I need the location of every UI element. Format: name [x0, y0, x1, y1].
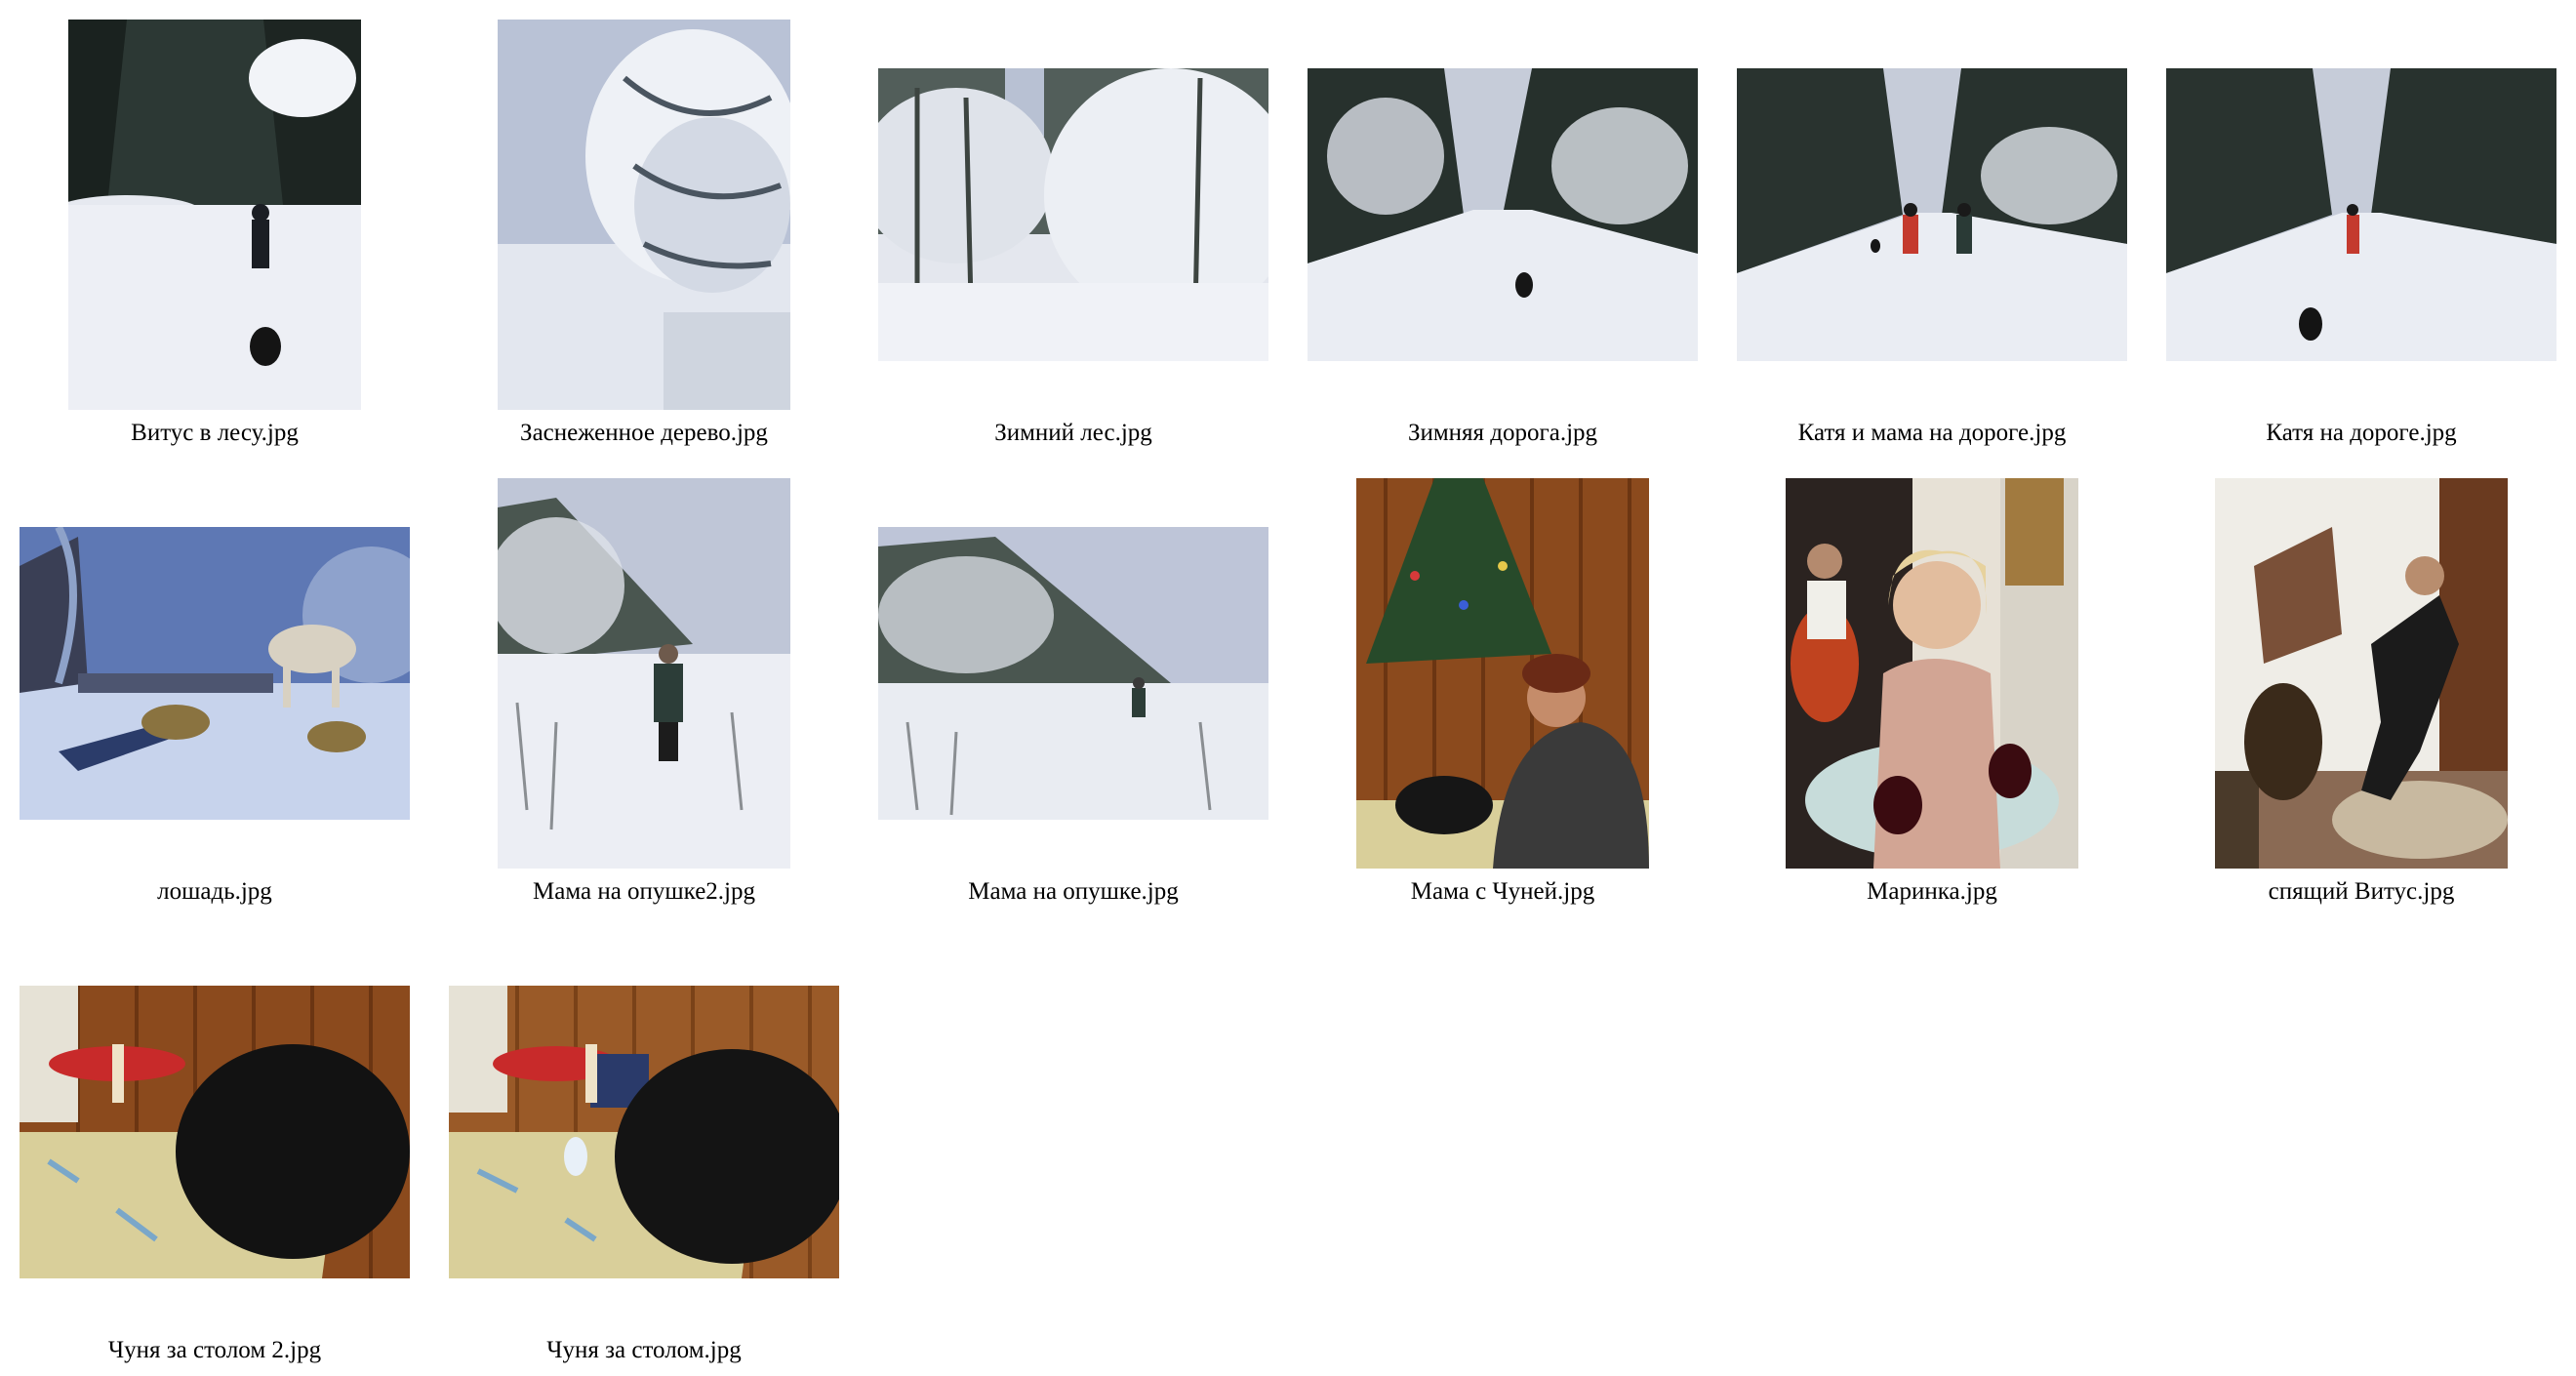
photo-caption[interactable]: Чуня за столом.jpg: [429, 1337, 859, 1364]
photo-caption[interactable]: спящий Витус.jpg: [2147, 878, 2576, 906]
image-gallery: Витус в лесу.jpg Заснеженное дерево.jpg: [0, 0, 2576, 1376]
photo-caption[interactable]: Заснеженное дерево.jpg: [429, 420, 859, 447]
photo-thumbnail[interactable]: [498, 20, 790, 410]
photo-caption[interactable]: Мама с Чуней.jpg: [1288, 878, 1717, 906]
photo-thumbnail[interactable]: [20, 986, 410, 1278]
photo-thumbnail[interactable]: [68, 20, 361, 410]
photo-thumbnail[interactable]: [2215, 478, 2508, 869]
photo-caption[interactable]: лошадь.jpg: [0, 878, 429, 906]
photo-thumbnail[interactable]: [449, 986, 839, 1278]
photo-caption[interactable]: Мама на опушке2.jpg: [429, 878, 859, 906]
photo-thumbnail[interactable]: [878, 527, 1268, 820]
photo-caption[interactable]: Чуня за столом 2.jpg: [0, 1337, 429, 1364]
photo-thumbnail[interactable]: [20, 527, 410, 820]
photo-caption[interactable]: Катя на дороге.jpg: [2147, 420, 2576, 447]
photo-caption[interactable]: Катя и мама на дороге.jpg: [1717, 420, 2147, 447]
photo-caption[interactable]: Маринка.jpg: [1717, 878, 2147, 906]
photo-caption[interactable]: Мама на опушке.jpg: [859, 878, 1288, 906]
photo-caption[interactable]: Витус в лесу.jpg: [0, 420, 429, 447]
photo-thumbnail[interactable]: [1786, 478, 2078, 869]
photo-thumbnail[interactable]: [878, 68, 1268, 361]
photo-caption[interactable]: Зимний лес.jpg: [859, 420, 1288, 447]
photo-thumbnail[interactable]: [1737, 68, 2127, 361]
photo-thumbnail[interactable]: [1356, 478, 1649, 869]
photo-thumbnail[interactable]: [498, 478, 790, 869]
photo-thumbnail[interactable]: [1308, 68, 1698, 361]
photo-caption[interactable]: Зимняя дорога.jpg: [1288, 420, 1717, 447]
photo-thumbnail[interactable]: [2166, 68, 2556, 361]
